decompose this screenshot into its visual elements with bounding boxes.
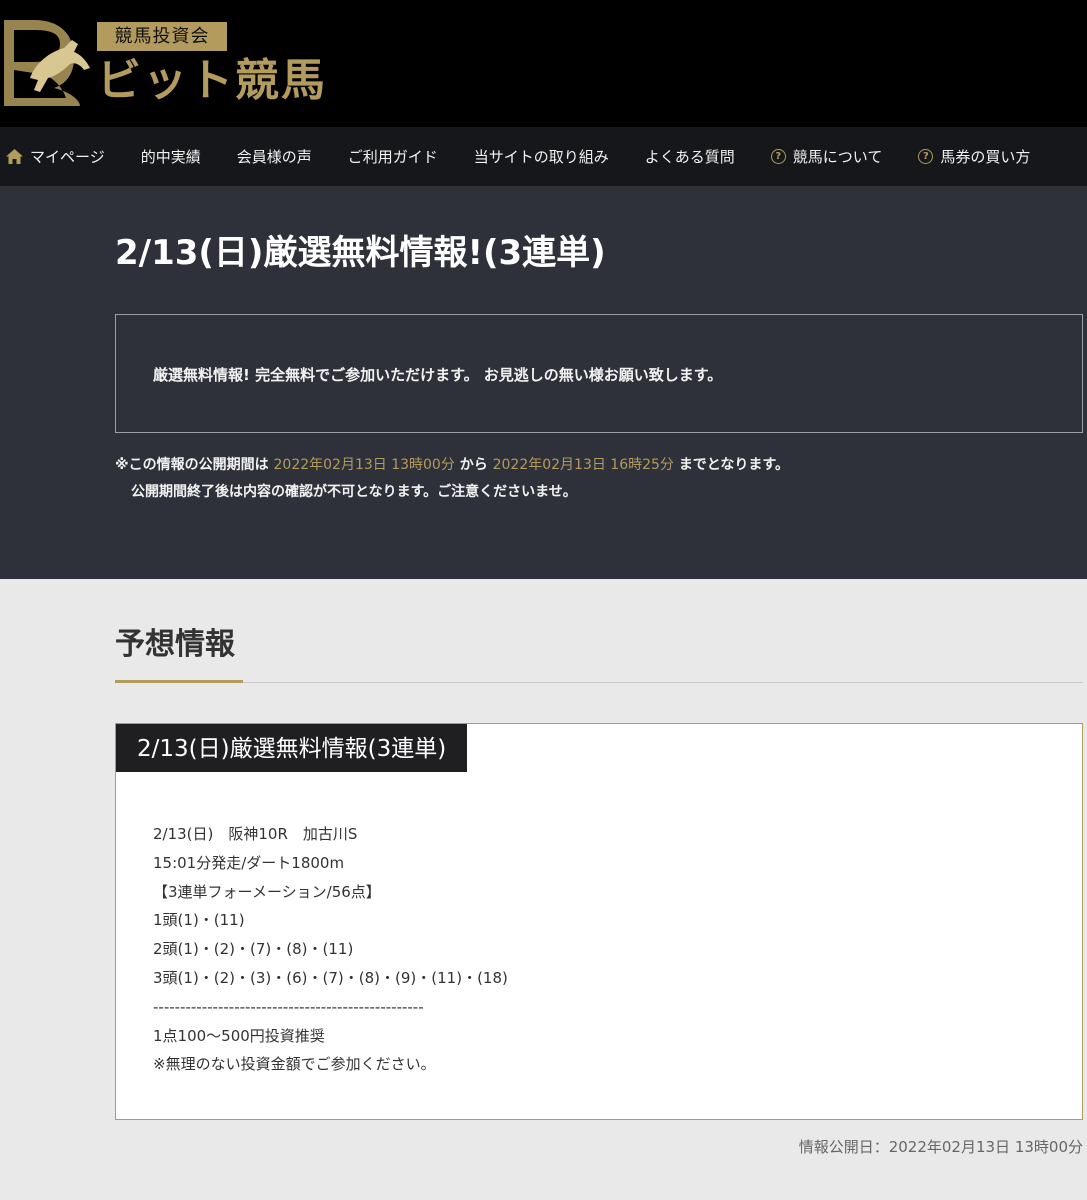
logo-name: ビット競馬 bbox=[97, 55, 327, 106]
nav-item-label: よくある質問 bbox=[644, 148, 735, 166]
card-line: ----------------------------------------… bbox=[153, 997, 424, 1016]
card-title: 2/13(日)厳選無料情報(3連単) bbox=[116, 724, 467, 772]
nav-item-voices[interactable]: 会員様の声 bbox=[237, 127, 312, 186]
notice-text: 厳選無料情報! 完全無料でご参加いただけます。 お見逃しの無い様お願い致します。 bbox=[153, 366, 723, 384]
card-line: 2/13(日) 阪神10R 加古川S bbox=[153, 825, 358, 843]
nav-item-label: マイページ bbox=[30, 148, 105, 166]
section-divider bbox=[115, 682, 1083, 683]
period-end: 2022年02月13日 16時25分 bbox=[492, 457, 674, 473]
main-nav: マイページ 的中実績 会員様の声 ご利用ガイド 当サイトの取り組み よくある質問… bbox=[0, 127, 1087, 186]
site-header: 競馬投資会 ビット競馬 bbox=[0, 0, 1087, 127]
nav-item-results[interactable]: 的中実績 bbox=[141, 127, 201, 186]
nav-item-label: 会員様の声 bbox=[236, 148, 312, 166]
nav-item-about-keiba[interactable]: ? 競馬について bbox=[770, 127, 883, 186]
nav-item-label: ご利用ガイド bbox=[347, 148, 438, 166]
section-title: 予想情報 bbox=[115, 627, 235, 662]
prediction-card: 2/13(日)厳選無料情報(3連単) 2/13(日) 阪神10R 加古川S 15… bbox=[115, 723, 1083, 1120]
card-line: 1頭(1)・(11) bbox=[153, 911, 245, 930]
nav-item-faq[interactable]: よくある質問 bbox=[645, 127, 735, 186]
publication-period: ※この情報の公開期間は 2022年02月13日 13時00分 から 2022年0… bbox=[115, 452, 789, 506]
card-line: ※無理のない投資金額でご参加ください。 bbox=[153, 1055, 436, 1074]
card-line: 15:01分発走/ダート1800m bbox=[153, 853, 345, 872]
published-date: 情報公開日：2022年02月13日 13時00分 bbox=[798, 1138, 1083, 1156]
notice-box: 厳選無料情報! 完全無料でご参加いただけます。 お見逃しの無い様お願い致します。 bbox=[115, 314, 1083, 433]
nav-item-initiatives[interactable]: 当サイトの取り組み bbox=[474, 127, 609, 186]
nav-item-guide[interactable]: ご利用ガイド bbox=[348, 127, 438, 186]
horse-logo-icon bbox=[4, 20, 90, 106]
page-title: 2/13(日)厳選無料情報!(3連単) bbox=[115, 233, 606, 273]
nav-item-label: 的中実績 bbox=[140, 148, 201, 166]
home-icon bbox=[6, 149, 23, 164]
logo-badge: 競馬投資会 bbox=[97, 22, 227, 51]
nav-item-mypage[interactable]: マイページ bbox=[6, 127, 105, 186]
period-start: 2022年02月13日 13時00分 bbox=[273, 457, 455, 473]
period-middle: から bbox=[459, 457, 488, 473]
card-line: 1点100～500円投資推奨 bbox=[153, 1026, 325, 1045]
card-line: 【3連単フォーメーション/56点】 bbox=[153, 882, 381, 901]
section-divider-accent bbox=[115, 680, 243, 683]
period-line-2: 公開期間終了後は内容の確認が不可となります。ご注意くださいませ。 bbox=[131, 484, 577, 500]
nav-item-label: 競馬について bbox=[792, 148, 883, 166]
nav-item-how-to-buy[interactable]: ? 馬券の買い方 bbox=[918, 127, 1030, 186]
question-circle-icon: ? bbox=[918, 149, 934, 164]
nav-item-label: 馬券の買い方 bbox=[940, 148, 1031, 166]
period-prefix: ※この情報の公開期間は bbox=[115, 457, 269, 473]
card-line: 3頭(1)・(2)・(3)・(6)・(7)・(8)・(9)・(11)・(18) bbox=[153, 968, 508, 987]
site-logo[interactable]: 競馬投資会 ビット競馬 bbox=[0, 14, 340, 114]
nav-item-label: 当サイトの取り組み bbox=[473, 148, 609, 166]
card-body: 2/13(日) 阪神10R 加古川S 15:01分発走/ダート1800m 【3連… bbox=[153, 820, 508, 1079]
question-circle-icon: ? bbox=[770, 149, 786, 164]
period-line-1: ※この情報の公開期間は 2022年02月13日 13時00分 から 2022年0… bbox=[115, 452, 789, 479]
period-suffix: までとなります。 bbox=[678, 457, 789, 473]
card-line: 2頭(1)・(2)・(7)・(8)・(11) bbox=[153, 940, 354, 959]
